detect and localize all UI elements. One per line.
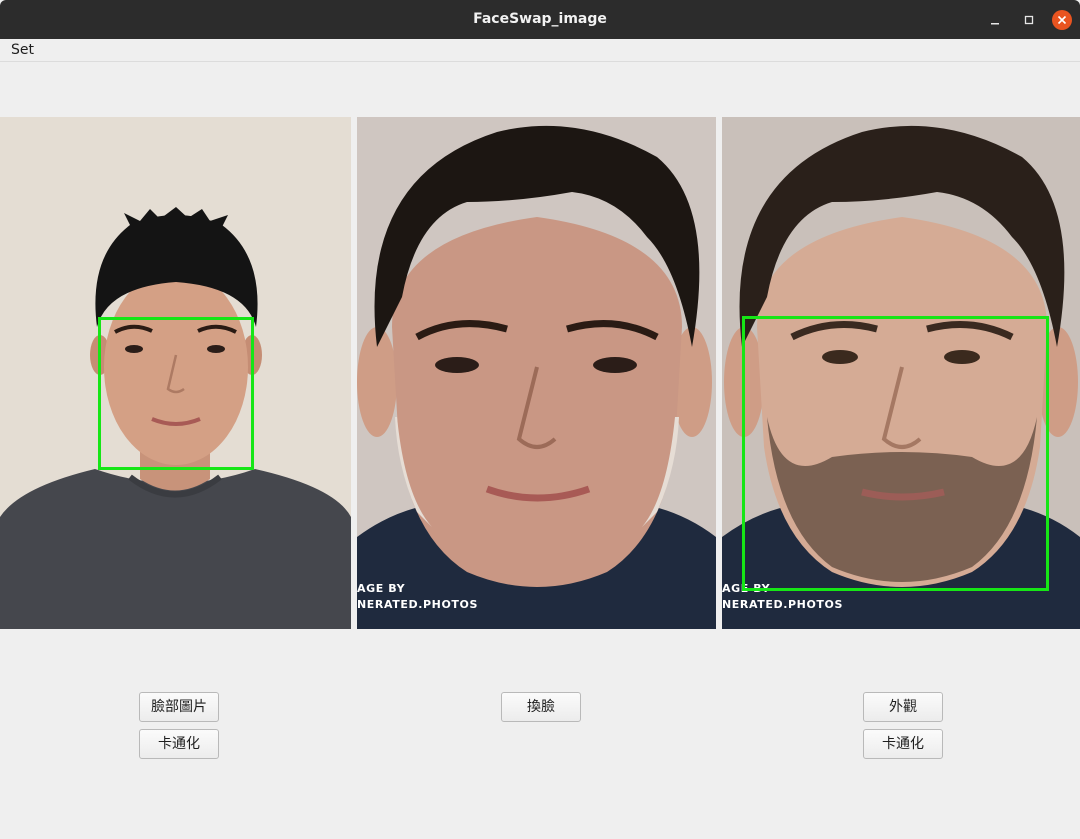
face-detection-box [98, 317, 254, 470]
window-title: FaceSwap_image [473, 11, 607, 27]
cartoonize-right-button[interactable]: 卡通化 [863, 729, 943, 759]
menu-bar: Set [0, 39, 1080, 62]
minimize-icon[interactable] [984, 9, 1006, 31]
maximize-icon[interactable] [1018, 9, 1040, 31]
swap-face-button[interactable]: 換臉 [501, 692, 581, 722]
menu-set[interactable]: Set [6, 39, 39, 61]
watermark-line-2: NERATED.PHOTOS [722, 598, 843, 611]
watermark-line-1: AGE BY [357, 582, 406, 595]
source-image-panel [0, 117, 351, 629]
target-image-panel: AGE BY NERATED.PHOTOS [722, 117, 1080, 629]
appearance-button[interactable]: 外觀 [863, 692, 943, 722]
result-photo [357, 117, 716, 629]
close-icon[interactable] [1051, 9, 1073, 31]
watermark-line-2: NERATED.PHOTOS [357, 598, 478, 611]
face-detection-box [742, 316, 1049, 591]
result-image-panel: AGE BY NERATED.PHOTOS [357, 117, 716, 629]
cartoonize-left-button[interactable]: 卡通化 [139, 729, 219, 759]
window-titlebar: FaceSwap_image [0, 0, 1080, 39]
face-image-button[interactable]: 臉部圖片 [139, 692, 219, 722]
